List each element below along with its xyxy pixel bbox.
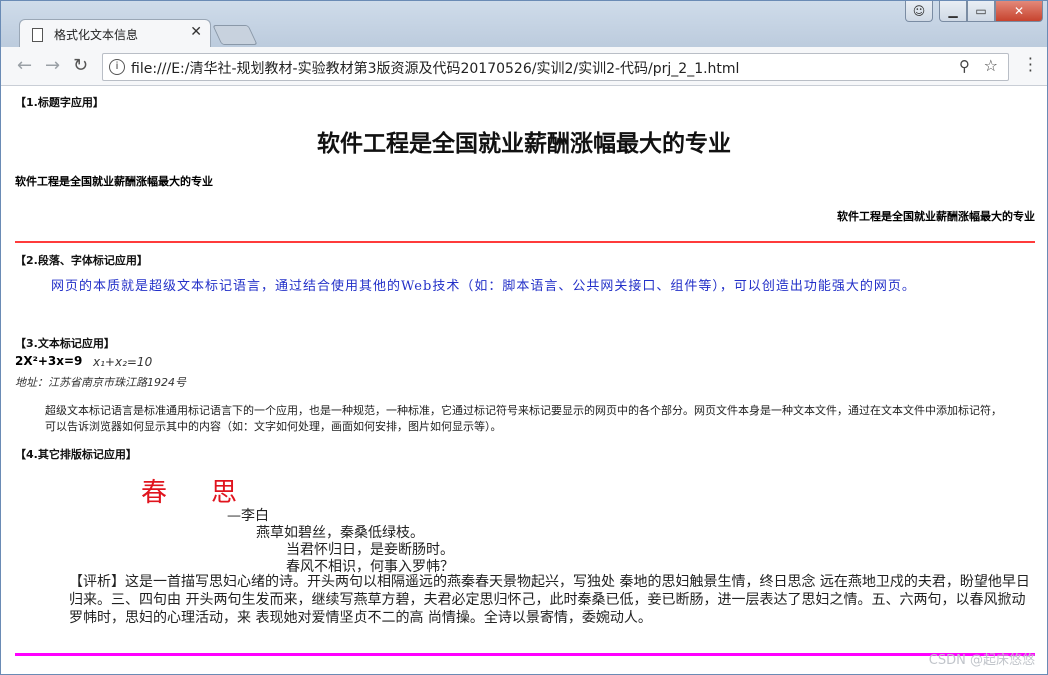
browser-toolbar: ← → ↻ i file:///E:/清华社-规划教材-实验教材第3版资源及代码… xyxy=(1,47,1047,86)
new-tab-button[interactable] xyxy=(212,25,258,45)
url-text[interactable]: file:///E:/清华社-规划教材-实验教材第3版资源及代码20170526… xyxy=(131,58,739,78)
bookmark-star-icon[interactable]: ☆ xyxy=(984,56,998,75)
magenta-divider xyxy=(15,653,1035,656)
red-divider xyxy=(15,241,1035,243)
minimize-button[interactable]: ▁ xyxy=(939,1,967,22)
formula-subscript: x₁+x₂=10 xyxy=(93,355,153,369)
styled-paragraph: 网页的本质就是超级文本标记语言，通过结合使用其他的Web技术（如：脚本语言、公共… xyxy=(51,279,916,294)
browser-tab[interactable]: 格式化文本信息 ✕ xyxy=(19,19,211,48)
formula-superscript: 2X²+3x=9 xyxy=(15,354,83,368)
title-bar: 格式化文本信息 ✕ ☺ ▁ ▭ ✕ xyxy=(1,1,1047,48)
close-window-button[interactable]: ✕ xyxy=(995,1,1043,22)
zoom-icon[interactable]: ⚲ xyxy=(959,57,970,75)
page-icon xyxy=(32,28,43,42)
tab-close-icon[interactable]: ✕ xyxy=(190,24,202,40)
address-bar[interactable]: i file:///E:/清华社-规划教材-实验教材第3版资源及代码201705… xyxy=(102,53,1009,81)
blockquote: 超级文本标记语言是标准通用标记语言下的一个应用，也是一种规范，一种标准，它通过标… xyxy=(45,404,1002,433)
page-content: 【1.标题字应用】 软件工程是全国就业薪酬涨幅最大的专业 软件工程是全国就业薪酬… xyxy=(1,86,1047,674)
section-1-label: 【1.标题字应用】 xyxy=(15,96,104,109)
section-3-label: 【3.文本标记应用】 xyxy=(15,337,115,350)
info-icon[interactable]: i xyxy=(109,59,125,75)
watermark: CSDN @起床悠悠 xyxy=(928,653,1035,668)
menu-icon[interactable]: · · · xyxy=(1028,51,1033,79)
section-4-label: 【4.其它排版标记应用】 xyxy=(15,448,137,461)
forward-icon[interactable]: → xyxy=(45,55,60,76)
window-controls: ☺ ▁ ▭ ✕ xyxy=(905,1,1043,22)
address-text: 地址：江苏省南京市珠江路1924号 xyxy=(15,376,186,389)
user-icon[interactable]: ☺ xyxy=(905,1,933,22)
heading-small-right: 软件工程是全国就业薪酬涨幅最大的专业 xyxy=(837,210,1035,223)
heading-h1: 软件工程是全国就业薪酬涨幅最大的专业 xyxy=(317,131,731,157)
tab-title: 格式化文本信息 xyxy=(54,28,139,42)
section-2-label: 【2.段落、字体标记应用】 xyxy=(15,254,148,267)
heading-small-left: 软件工程是全国就业薪酬涨幅最大的专业 xyxy=(15,175,213,188)
browser-window: 格式化文本信息 ✕ ☺ ▁ ▭ ✕ ← → ↻ i file:///E:/清华社… xyxy=(0,0,1048,675)
back-icon[interactable]: ← xyxy=(17,55,32,76)
maximize-button[interactable]: ▭ xyxy=(967,1,995,22)
poem-title: 春思 xyxy=(141,478,282,508)
reload-icon[interactable]: ↻ xyxy=(73,55,88,76)
poem-commentary: 【评析】这是一首描写思妇心绪的诗。开头两句以相隔遥远的燕秦春天景物起兴，写独处 … xyxy=(69,574,1030,626)
